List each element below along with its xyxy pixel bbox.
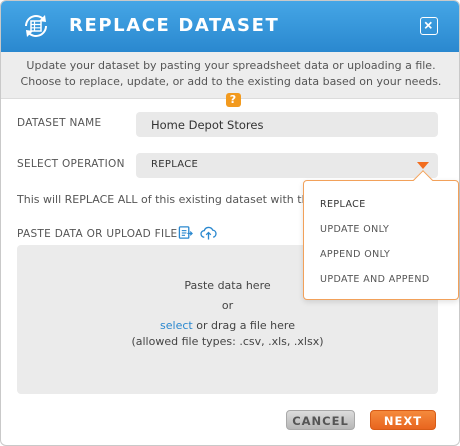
- next-button[interactable]: NEXT: [370, 410, 436, 430]
- select-operation-label: SELECT OPERATION: [17, 158, 125, 170]
- operation-select[interactable]: REPLACE: [136, 153, 438, 178]
- dataset-refresh-icon: [25, 15, 47, 37]
- dropdown-option-update-and-append[interactable]: UPDATE AND APPEND: [320, 274, 430, 285]
- dropzone-file-types: (allowed file types: .csv, .xls, .xlsx): [131, 335, 324, 348]
- dialog-title: REPLACE DATASET: [69, 15, 280, 36]
- dropdown-option-update-only[interactable]: UPDATE ONLY: [320, 224, 389, 235]
- operation-select-value: REPLACE: [151, 159, 199, 170]
- paste-upload-label: PASTE DATA OR UPLOAD FILE: [17, 228, 178, 240]
- operation-note: This will REPLACE ALL of this existing d…: [17, 193, 317, 206]
- select-file-link[interactable]: select: [160, 319, 193, 332]
- dataset-name-input[interactable]: [136, 112, 438, 137]
- dropdown-option-replace[interactable]: REPLACE: [320, 199, 366, 210]
- caret-down-icon: [417, 162, 429, 169]
- close-icon: [424, 21, 432, 29]
- dropzone-select-line: select or drag a file here: [17, 319, 438, 332]
- help-icon[interactable]: ?: [225, 93, 241, 107]
- cloud-upload-icon[interactable]: [200, 225, 217, 240]
- dataset-name-label: DATASET NAME: [17, 117, 102, 129]
- dropzone-drag-text: or drag a file here: [192, 319, 295, 332]
- operation-dropdown-menu: REPLACE UPDATE ONLY APPEND ONLY UPDATE A…: [303, 170, 459, 300]
- paste-data-icon[interactable]: [178, 225, 193, 240]
- intro-banner: Update your dataset by pasting your spre…: [1, 52, 459, 107]
- intro-text: Update your dataset by pasting your spre…: [20, 59, 442, 88]
- dropdown-option-append-only[interactable]: APPEND ONLY: [320, 249, 390, 260]
- dropzone-or-text: or: [221, 299, 234, 312]
- close-button[interactable]: [420, 17, 438, 35]
- dialog-titlebar: REPLACE DATASET: [1, 1, 459, 52]
- cancel-button[interactable]: CANCEL: [286, 410, 355, 430]
